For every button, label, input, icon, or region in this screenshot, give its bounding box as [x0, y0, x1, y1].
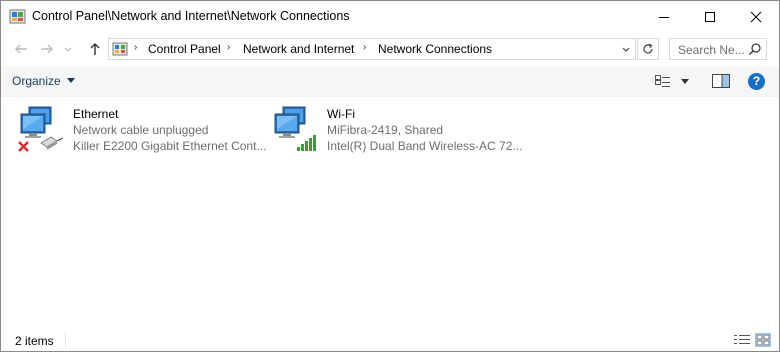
- connection-item-ethernet[interactable]: Ethernet Network cable unplugged Killer …: [17, 105, 267, 157]
- command-bar: Organize ?: [1, 66, 779, 97]
- refresh-icon: [643, 43, 653, 54]
- breadcrumb-network-connections[interactable]: Network Connections: [378, 42, 492, 56]
- status-bar: 2 items: [1, 329, 779, 351]
- window-title: Control Panel\Network and Internet\Netwo…: [32, 9, 350, 23]
- navigation-bar: › Control Panel › Network and Internet ›…: [1, 32, 779, 66]
- item-count: 2 items: [15, 334, 54, 348]
- maximize-button[interactable]: [687, 1, 733, 32]
- chevron-down-icon: [622, 47, 630, 52]
- chevron-down-icon: [64, 47, 72, 52]
- control-panel-icon: [9, 9, 26, 24]
- search-box[interactable]: Search Ne...: [669, 38, 767, 60]
- address-history-button[interactable]: [619, 42, 633, 56]
- caret-down-icon: [66, 78, 75, 83]
- breadcrumb-control-panel[interactable]: Control Panel: [148, 42, 221, 56]
- ethernet-disconnected-icon: [18, 106, 64, 152]
- breadcrumb-separator-icon[interactable]: ›: [363, 42, 366, 53]
- up-button[interactable]: [85, 39, 105, 59]
- maximize-icon: [705, 11, 715, 22]
- connection-name: Ethernet: [73, 107, 119, 121]
- breadcrumb-separator-icon[interactable]: ›: [134, 42, 137, 53]
- breadcrumb-separator-icon[interactable]: ›: [227, 42, 230, 53]
- organize-label: Organize: [12, 74, 61, 88]
- connections-list: Ethernet Network cable unplugged Killer …: [1, 97, 779, 329]
- recent-locations-button[interactable]: [61, 39, 75, 59]
- caret-down-icon: [681, 79, 689, 84]
- status-divider: [65, 333, 66, 348]
- address-bar[interactable]: › Control Panel › Network and Internet ›…: [108, 38, 636, 60]
- connection-item-wifi[interactable]: Wi-Fi MiFibra-2419, Shared Intel(R) Dual…: [271, 105, 523, 157]
- connection-device: Killer E2200 Gigabit Ethernet Cont...: [73, 139, 267, 153]
- close-button[interactable]: [733, 1, 779, 32]
- tiles-view-icon[interactable]: [755, 333, 771, 347]
- wifi-connected-icon: [274, 106, 316, 151]
- refresh-button[interactable]: [637, 38, 659, 60]
- connection-device: Intel(R) Dual Band Wireless-AC 72...: [327, 139, 523, 153]
- arrow-right-icon: [41, 44, 53, 54]
- search-icon: [749, 43, 761, 55]
- arrow-up-icon: [90, 43, 100, 55]
- control-panel-icon: [112, 42, 128, 56]
- connection-status: MiFibra-2419, Shared: [327, 123, 444, 137]
- search-placeholder: Search Ne...: [678, 43, 745, 57]
- arrow-left-icon: [15, 44, 27, 54]
- tiles-glyph-icon: [756, 334, 770, 346]
- minimize-button[interactable]: [641, 1, 687, 32]
- help-button[interactable]: ?: [748, 73, 765, 90]
- organize-button[interactable]: Organize: [12, 74, 75, 88]
- title-bar[interactable]: Control Panel\Network and Internet\Netwo…: [1, 1, 779, 32]
- view-list-icon: [655, 75, 670, 87]
- connection-status: Network cable unplugged: [73, 123, 209, 137]
- change-view-button[interactable]: [655, 73, 695, 91]
- back-button[interactable]: [11, 39, 31, 59]
- connection-name: Wi-Fi: [327, 107, 355, 121]
- explorer-window: Control Panel\Network and Internet\Netwo…: [0, 0, 780, 352]
- preview-pane-icon[interactable]: [712, 74, 730, 88]
- forward-button[interactable]: [37, 39, 57, 59]
- minimize-icon: [659, 16, 669, 18]
- details-view-icon[interactable]: [734, 334, 750, 346]
- breadcrumb-network-and-internet[interactable]: Network and Internet: [243, 42, 354, 56]
- close-icon: [750, 11, 762, 22]
